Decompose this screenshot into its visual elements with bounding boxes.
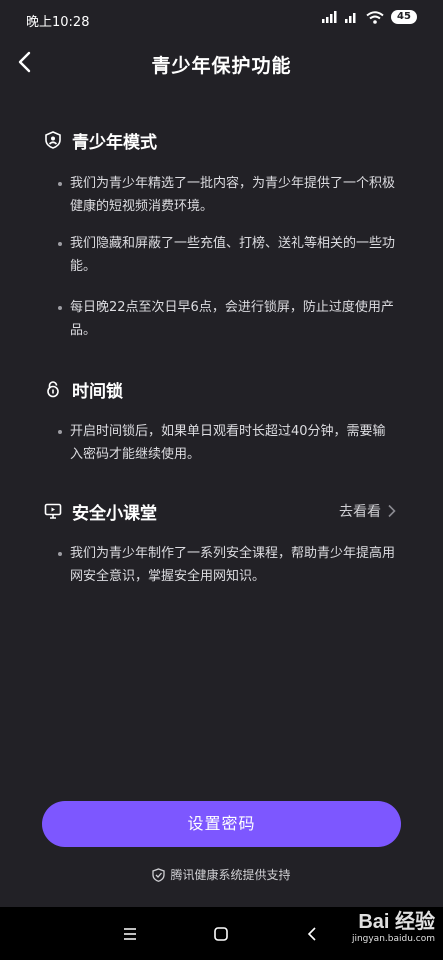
menu-icon[interactable] (121, 925, 139, 943)
section-header: 青少年模式 (44, 128, 157, 153)
battery-icon: 45 (391, 10, 417, 24)
bullet-dot (58, 430, 62, 434)
bullet-dot (58, 306, 62, 310)
bullet-text: 开启时间锁后，如果单日观看时长超过40分钟，需要输入密码才能继续使用。 (70, 424, 386, 462)
status-icons: 45 (322, 10, 417, 24)
chevron-right-icon (388, 504, 396, 518)
section-title: 安全小课堂 (72, 503, 157, 524)
watermark: Bai 经验 jingyan.baidu.com (352, 905, 435, 944)
bullet-text: 我们为青少年精选了一批内容，为青少年提供了一个积极健康的短视频消费环境。 (70, 176, 396, 214)
status-time: 晚上10:28 (26, 15, 90, 30)
monitor-play-icon (44, 503, 62, 519)
bullet-text: 每日晚22点至次日早6点，会进行锁屏，防止过度使用产品。 (70, 300, 394, 338)
bullet-text: 我们隐藏和屏蔽了一些充值、打榜、送礼等相关的一些功能。 (70, 236, 396, 274)
section-title: 时间锁 (72, 381, 123, 402)
list-item: 我们为青少年制作了一系列安全课程，帮助青少年提高用网安全意识，掌握安全用网知识。 (58, 542, 398, 588)
go-see-link[interactable]: 去看看 (339, 499, 397, 523)
signal-icon (322, 11, 337, 23)
shield-user-icon (45, 131, 61, 149)
bullet-dot (58, 242, 62, 246)
list-item: 每日晚22点至次日早6点，会进行锁屏，防止过度使用产品。 (58, 296, 398, 342)
set-password-button[interactable]: 设置密码 (42, 801, 401, 847)
shield-icon (152, 867, 166, 882)
section-header: 时间锁 (44, 377, 123, 402)
bullet-dot (58, 182, 62, 186)
section-title: 青少年模式 (72, 132, 157, 153)
lock-icon (47, 381, 59, 398)
status-bar: 晚上10:28 45 (0, 0, 443, 36)
footer-text: 腾讯健康系统提供支持 (170, 868, 291, 882)
nav-header: 青少年保护功能 (0, 40, 443, 86)
list-item: 开启时间锁后，如果单日观看时长超过40分钟，需要输入密码才能继续使用。 (58, 420, 398, 466)
watermark-logo: Bai 经验 (358, 911, 435, 933)
list-item: 我们隐藏和屏蔽了一些充值、打榜、送礼等相关的一些功能。 (58, 232, 398, 278)
back-nav-icon[interactable] (303, 925, 321, 943)
list-item: 我们为青少年精选了一批内容，为青少年提供了一个积极健康的短视频消费环境。 (58, 172, 398, 218)
section-header: 安全小课堂 (44, 499, 157, 524)
go-see-label: 去看看 (339, 504, 381, 520)
bullet-dot (58, 552, 62, 556)
home-icon[interactable] (212, 925, 230, 943)
bullet-text: 我们为青少年制作了一系列安全课程，帮助青少年提高用网安全意识，掌握安全用网知识。 (70, 546, 396, 584)
wifi-icon (366, 10, 384, 24)
signal-hd-icon (345, 13, 356, 23)
footer-note: 腾讯健康系统提供支持 (0, 866, 443, 883)
watermark-url: jingyan.baidu.com (351, 934, 435, 944)
page-title: 青少年保护功能 (151, 55, 292, 77)
